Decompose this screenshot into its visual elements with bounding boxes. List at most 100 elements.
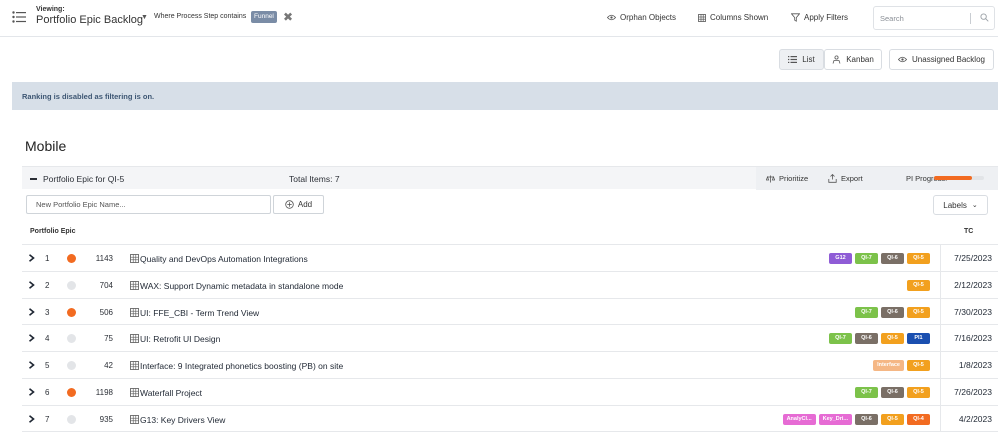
filter-description: Where Process Step contains <box>154 13 247 20</box>
row-labels: QI-7 QI-6 QI-5 <box>855 306 930 318</box>
label-chip[interactable]: QI-7 <box>829 333 852 345</box>
label-chip[interactable]: QI-7 <box>855 306 878 318</box>
unassigned-backlog-button[interactable]: Unassigned Backlog <box>889 49 994 70</box>
row-id: 75 <box>104 334 113 344</box>
epic-name-link[interactable]: Quality and DevOps Automation Integratio… <box>140 254 308 264</box>
label-chip[interactable]: QI-5 <box>907 360 930 372</box>
label-chip[interactable]: QI-6 <box>881 253 904 264</box>
label-chip[interactable]: Key_Dri... <box>818 413 852 425</box>
eye-icon <box>607 14 616 21</box>
table-row[interactable]: 6 1198 Waterfall Project QI-7 QI-6 QI-5 7/26/2… <box>22 377 998 405</box>
tc-cell: 7/26/2023 <box>940 378 998 405</box>
label-chip[interactable]: QI-5 <box>907 386 930 398</box>
table-row[interactable]: 4 75 UI: Retrofit UI Design QI-7 QI-6 QI-5 PI1… <box>22 324 998 352</box>
grid-icon <box>698 13 706 22</box>
label-chip[interactable]: PI1 <box>907 333 930 345</box>
clear-filter-icon[interactable]: ✖ <box>283 11 293 23</box>
epic-name-link[interactable]: UI: FFE_CBI - Term Trend View <box>140 308 259 318</box>
tc-cell: 4/2/2023 <box>940 405 998 432</box>
label-chip[interactable]: QI-4 <box>907 413 930 425</box>
pi-progress-fill <box>934 176 972 180</box>
labels-dropdown[interactable]: Labels ⌄ <box>933 195 988 215</box>
table-row[interactable]: 2 704 WAX: Support Dynamic metadata in sta… <box>22 270 998 298</box>
label-chip[interactable]: QI-7 <box>855 386 878 398</box>
label-chip[interactable]: QI-5 <box>907 306 930 318</box>
row-labels: QI-5 <box>907 279 930 291</box>
columns-shown-label: Columns Shown <box>710 13 769 22</box>
kanban-view-button[interactable]: Kanban <box>824 49 882 70</box>
table-row[interactable]: 7 935 G13: Key Drivers View AnalyCl... Key_D… <box>22 404 998 432</box>
tc-date: 7/30/2023 <box>954 306 992 317</box>
orphan-objects-button[interactable]: Orphan Objects <box>607 13 676 22</box>
epic-name-link[interactable]: Waterfall Project <box>140 388 202 398</box>
tc-date: 7/16/2023 <box>954 333 992 344</box>
label-chip[interactable]: QI-5 <box>881 333 904 345</box>
chevron-right-icon[interactable] <box>28 414 35 423</box>
table-row[interactable]: 1 1143 Quality and DevOps Automation Integ… <box>22 244 998 271</box>
new-epic-name-input[interactable] <box>26 195 271 214</box>
group-actions: Prioritize Export PI Progress: <box>756 167 998 190</box>
orphan-objects-label: Orphan Objects <box>620 13 677 22</box>
collapse-icon[interactable] <box>30 178 37 180</box>
column-header-portfolio-epic[interactable]: Portfolio Epic <box>30 228 76 235</box>
label-chip[interactable]: Interface <box>873 360 904 372</box>
epic-name-link[interactable]: UI: Retrofit UI Design <box>140 334 220 344</box>
row-rank: 4 <box>45 334 50 344</box>
epic-table: 1 1143 Quality and DevOps Automation Integ… <box>22 244 998 432</box>
chevron-right-icon[interactable] <box>28 307 35 316</box>
label-chip[interactable]: QI-6 <box>881 386 904 398</box>
table-row[interactable]: 5 42 Interface: 9 Integrated phonetics boo… <box>22 351 998 379</box>
group-title: Portfolio Epic for QI-5 <box>43 174 125 184</box>
chevron-right-icon[interactable] <box>28 361 35 370</box>
banner-text: Ranking is disabled as filtering is on. <box>22 92 155 101</box>
export-icon <box>828 174 837 183</box>
epic-name-link[interactable]: WAX: Support Dynamic metadata in standal… <box>140 281 343 291</box>
caret-down-icon[interactable]: ▼ <box>141 14 148 21</box>
chevron-right-icon[interactable] <box>28 254 35 262</box>
search-icon[interactable] <box>980 13 989 22</box>
filter-chip[interactable]: Funnel <box>251 11 277 23</box>
label-chip[interactable]: AnalyCl... <box>782 413 816 425</box>
label-chip[interactable]: QI-5 <box>907 279 930 291</box>
column-header-tc[interactable]: TC <box>964 228 973 235</box>
label-chip[interactable]: QI-6 <box>855 413 878 425</box>
tc-cell: 1/8/2023 <box>940 352 998 379</box>
epic-name-link[interactable]: Interface: 9 Integrated phonetics boosti… <box>140 361 343 371</box>
label-chip[interactable]: QI-5 <box>881 413 904 425</box>
chevron-right-icon[interactable] <box>28 280 35 289</box>
list-view-button[interactable]: List <box>779 49 824 70</box>
row-labels: AnalyCl... Key_Dri... QI-6 QI-5 QI-4 <box>782 413 930 425</box>
chevron-right-icon[interactable] <box>28 334 35 343</box>
tc-cell: 2/12/2023 <box>940 271 998 298</box>
row-rank: 5 <box>45 361 50 371</box>
row-id: 1143 <box>95 254 113 263</box>
epic-name-link[interactable]: G13: Key Drivers View <box>140 415 225 425</box>
apply-filters-button[interactable]: Apply Filters <box>791 13 848 22</box>
epic-type-icon <box>130 334 139 344</box>
pi-progress-bar <box>934 176 984 180</box>
filter-icon <box>791 13 800 22</box>
section-title: Mobile <box>25 138 67 154</box>
chevron-right-icon[interactable] <box>28 388 35 396</box>
add-button[interactable]: Add <box>273 195 324 214</box>
prioritize-button[interactable]: Prioritize <box>766 174 808 183</box>
row-rank: 6 <box>45 387 50 397</box>
row-labels: G12 QI-7 QI-6 QI-5 <box>829 253 930 264</box>
columns-shown-button[interactable]: Columns Shown <box>698 13 768 22</box>
label-chip[interactable]: QI-5 <box>907 253 930 264</box>
label-chip[interactable]: QI-6 <box>855 333 878 345</box>
label-chip[interactable]: QI-7 <box>855 253 878 264</box>
kanban-view-label: Kanban <box>846 55 874 64</box>
tc-date: 4/2/2023 <box>958 413 992 424</box>
export-button[interactable]: Export <box>828 174 863 183</box>
label-chip[interactable]: QI-6 <box>881 306 904 318</box>
eye-icon <box>898 56 908 63</box>
status-dot-icon <box>67 254 76 263</box>
list-menu-icon[interactable] <box>12 11 26 23</box>
epic-type-icon <box>130 414 139 424</box>
view-selector[interactable]: Portfolio Epic Backlog <box>36 14 143 26</box>
search-input[interactable] <box>880 12 966 25</box>
table-row[interactable]: 3 506 UI: FFE_CBI - Term Trend View QI-7 QI-… <box>22 297 998 325</box>
row-id: 42 <box>104 361 113 371</box>
label-chip[interactable]: G12 <box>829 253 852 264</box>
